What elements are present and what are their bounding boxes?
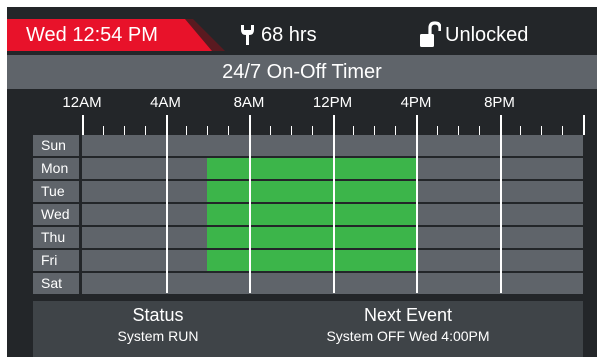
on-period-block[interactable] [207, 250, 416, 271]
hour-label: 8PM [484, 94, 515, 111]
day-label: Wed [33, 204, 79, 225]
hour-tick [103, 126, 104, 135]
unlocked-padlock-icon [420, 21, 441, 47]
hour-tick [437, 126, 438, 135]
hour-tick [541, 126, 542, 135]
status-panel: Status System RUN Next Event System OFF … [33, 301, 583, 357]
wrench-icon [241, 25, 254, 45]
page-title: 24/7 On-Off Timer [222, 61, 382, 83]
hour-tick [395, 126, 396, 135]
hour-tick [458, 126, 459, 135]
grid-divider [500, 135, 502, 293]
on-period-block[interactable] [207, 227, 416, 248]
hour-tick [312, 126, 313, 135]
hour-label: 12AM [62, 94, 102, 111]
next-event-heading: Next Event [363, 305, 453, 325]
hour-label: 4AM [150, 94, 181, 111]
hour-tick [416, 115, 418, 135]
hour-tick [562, 126, 563, 135]
time-axis: 12AM 4AM 8AM 12PM 4PM 8PM [7, 89, 597, 135]
hour-tick [520, 126, 521, 135]
hour-tick [291, 126, 292, 135]
hour-label: 12PM [312, 94, 353, 111]
status-header: Wed 12:54 PM 68 hrs Unlocked [7, 7, 597, 55]
status-heading: Status [132, 305, 184, 325]
grid-divider [249, 135, 251, 293]
hour-tick [228, 126, 229, 135]
clock: Wed 12:54 PM [26, 24, 158, 46]
hour-tick [186, 126, 187, 135]
on-period-block[interactable] [207, 158, 416, 179]
hour-tick [479, 126, 480, 135]
status-value: System RUN [117, 328, 199, 344]
title-bar: 24/7 On-Off Timer [7, 55, 597, 89]
hour-tick [353, 126, 354, 135]
grid-divider [333, 135, 335, 293]
hours-value: 68 hrs [261, 24, 317, 46]
hour-tick [124, 126, 125, 135]
hour-tick [583, 115, 585, 135]
day-label: Fri [33, 250, 79, 271]
hour-tick [270, 126, 271, 135]
grid-divider [416, 135, 418, 293]
day-label: Thu [33, 227, 79, 248]
timer-screen: Wed 12:54 PM 68 hrs Unlocked 24/7 On-Off… [7, 7, 597, 357]
grid-divider [166, 135, 168, 293]
hour-tick [82, 115, 84, 135]
hour-label: 4PM [400, 94, 432, 111]
day-label: Sat [33, 273, 79, 294]
hour-tick [166, 115, 168, 135]
on-period-block[interactable] [207, 181, 416, 202]
day-label: Tue [33, 181, 79, 202]
hour-tick [374, 126, 375, 135]
hour-tick [249, 115, 251, 135]
on-period-block[interactable] [207, 204, 416, 225]
day-label: Sun [33, 135, 79, 156]
lock-status-label: Unlocked [445, 24, 529, 46]
next-event-value: System OFF Wed 4:00PM [326, 328, 490, 344]
hour-tick [333, 115, 335, 135]
weekly-schedule-grid[interactable]: Sun Mon Tue Wed Thu Fri Sat [33, 135, 583, 294]
hour-tick [207, 126, 208, 135]
hour-tick [145, 126, 146, 135]
hour-label: 8AM [233, 94, 265, 111]
day-label: Mon [33, 158, 79, 179]
hour-tick [500, 115, 502, 135]
